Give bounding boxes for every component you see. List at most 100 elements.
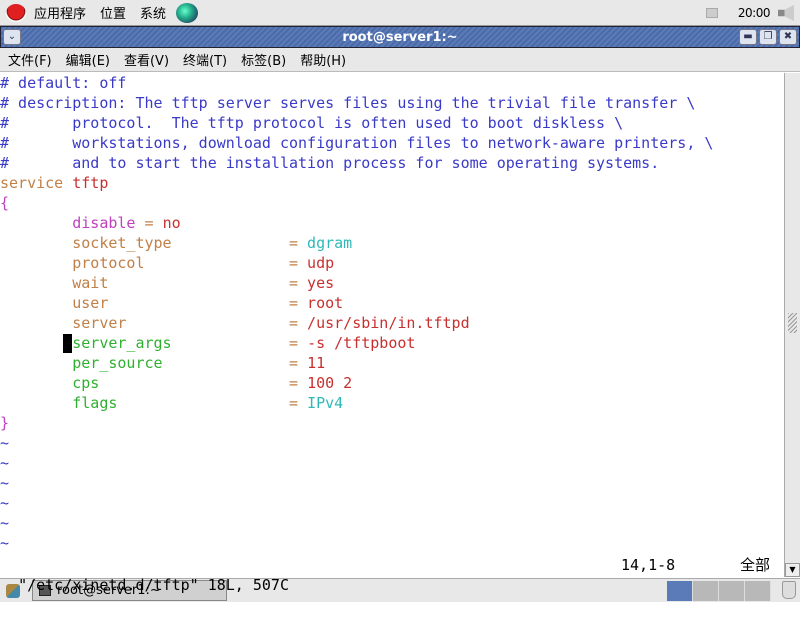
workspace-1[interactable]	[667, 581, 693, 601]
terminal-line: ~	[0, 473, 784, 493]
code-token: -s /tftpboot	[307, 334, 416, 352]
terminal-line: ~	[0, 493, 784, 513]
code-token: =	[135, 214, 163, 232]
menu-view[interactable]: 查看(V)	[124, 50, 169, 69]
code-token: user =	[0, 294, 308, 312]
code-token: per_source	[0, 354, 163, 372]
workspace-2[interactable]	[693, 581, 719, 601]
window-titlebar[interactable]: ⌄ root@server1:~ ▬ ❐ ✖	[0, 26, 800, 48]
code-token: 100 2	[307, 374, 353, 392]
menu-file[interactable]: 文件(F)	[8, 50, 52, 69]
workspace-3[interactable]	[719, 581, 745, 601]
browser-launcher-icon[interactable]	[176, 2, 199, 23]
code-token: =	[99, 374, 308, 392]
code-token: root	[307, 294, 344, 312]
volume-icon[interactable]	[778, 5, 794, 21]
terminal-line: {	[0, 193, 784, 213]
code-token: dgram	[307, 234, 353, 252]
code-token: 11	[307, 354, 326, 372]
menu-edit[interactable]: 编辑(E)	[66, 50, 110, 69]
terminal-line: protocol = udp	[0, 253, 784, 273]
code-token: =	[162, 354, 308, 372]
menubar: 文件(F) 编辑(E) 查看(V) 终端(T) 标签(B) 帮助(H)	[0, 48, 800, 72]
window-menu-button[interactable]: ⌄	[3, 29, 21, 45]
code-token: wait =	[0, 274, 308, 292]
code-token: =	[171, 334, 308, 352]
menu-tabs[interactable]: 标签(B)	[241, 50, 286, 69]
code-token: disable	[0, 214, 136, 232]
workspace-4[interactable]	[745, 581, 771, 601]
window-title: root@server1:~	[342, 29, 458, 45]
redhat-logo-icon[interactable]	[6, 3, 26, 22]
terminal-line: ~	[0, 513, 784, 533]
top-panel: 应用程序 位置 系统 20:00	[0, 0, 800, 26]
code-token: cps	[0, 374, 100, 392]
code-token: # protocol. The tftp protocol is often u…	[0, 114, 624, 132]
clock[interactable]: 20:00	[738, 6, 771, 20]
code-token: =	[117, 394, 308, 412]
terminal-line: wait = yes	[0, 273, 784, 293]
code-token: # workstations, download configuration f…	[0, 134, 714, 152]
terminal-line: # workstations, download configuration f…	[0, 133, 784, 153]
code-token: ~	[0, 454, 10, 472]
code-token: }	[0, 414, 10, 432]
terminal-line: }	[0, 413, 784, 433]
terminal-line: socket_type = dgram	[0, 233, 784, 253]
terminal-line: cps = 100 2	[0, 373, 784, 393]
terminal-line: # description: The tftp server serves fi…	[0, 93, 784, 113]
menu-applications[interactable]: 应用程序	[34, 3, 86, 22]
code-token: socket_type =	[0, 234, 308, 252]
terminal-line: ~	[0, 433, 784, 453]
code-token: ~	[0, 494, 10, 512]
terminal-line: # protocol. The tftp protocol is often u…	[0, 113, 784, 133]
status-cursor-position: 14,1-8	[621, 556, 676, 574]
notification-icon[interactable]	[705, 8, 718, 18]
scroll-down-arrow-icon[interactable]: ▼	[785, 563, 800, 577]
trash-icon[interactable]	[782, 581, 796, 599]
terminal-line: ~	[0, 533, 784, 553]
minimize-button[interactable]: ▬	[739, 29, 757, 45]
code-token: yes	[307, 274, 335, 292]
scrollbar[interactable]: ▼	[784, 73, 800, 577]
status-file-info: "/etc/xinetd.d/tftp" 18L, 507C	[18, 576, 289, 594]
menu-places[interactable]: 位置	[100, 3, 126, 22]
terminal-line: ~	[0, 453, 784, 473]
terminal-content[interactable]: # default: off # description: The tftp se…	[0, 73, 784, 553]
terminal-line: per_source = 11	[0, 353, 784, 373]
terminal-line: server_args = -s /tftpboot	[0, 333, 784, 353]
code-token: ~	[0, 434, 10, 452]
code-token: # and to start the installation process …	[0, 154, 660, 172]
code-token: server_args	[0, 334, 172, 352]
code-token: flags	[0, 394, 118, 412]
terminal-line: flags = IPv4	[0, 393, 784, 413]
code-token: protocol =	[0, 254, 308, 272]
code-token: {	[0, 194, 10, 212]
code-token: IPv4	[307, 394, 344, 412]
terminal-line: server = /usr/sbin/in.tftpd	[0, 313, 784, 333]
code-token: # default: off	[0, 74, 127, 92]
scrollbar-thumb[interactable]	[788, 313, 797, 333]
text-cursor	[63, 334, 72, 353]
code-token: service	[0, 174, 73, 192]
terminal-line: disable = no	[0, 213, 784, 233]
menu-system[interactable]: 系统	[140, 3, 166, 22]
terminal-line: user = root	[0, 293, 784, 313]
workspace-switcher[interactable]	[667, 581, 771, 601]
vim-status-line: "/etc/xinetd.d/tftp" 18L, 507C 14,1-8 全部	[0, 555, 784, 594]
status-scroll-percent: 全部	[740, 556, 771, 574]
code-token: ~	[0, 474, 10, 492]
menu-help[interactable]: 帮助(H)	[300, 50, 346, 69]
maximize-button[interactable]: ❐	[759, 29, 777, 45]
code-token: ~	[0, 514, 10, 532]
code-token: no	[162, 214, 181, 232]
code-token: server =	[0, 314, 308, 332]
code-token: tftp	[72, 174, 109, 192]
code-token: ~	[0, 534, 10, 552]
code-token: # description: The tftp server serves fi…	[0, 94, 696, 112]
terminal-line: # default: off	[0, 73, 784, 93]
code-token: /usr/sbin/in.tftpd	[307, 314, 470, 332]
terminal-line: # and to start the installation process …	[0, 153, 784, 173]
menu-terminal[interactable]: 终端(T)	[183, 50, 227, 69]
close-button[interactable]: ✖	[779, 29, 797, 45]
code-token: udp	[307, 254, 335, 272]
